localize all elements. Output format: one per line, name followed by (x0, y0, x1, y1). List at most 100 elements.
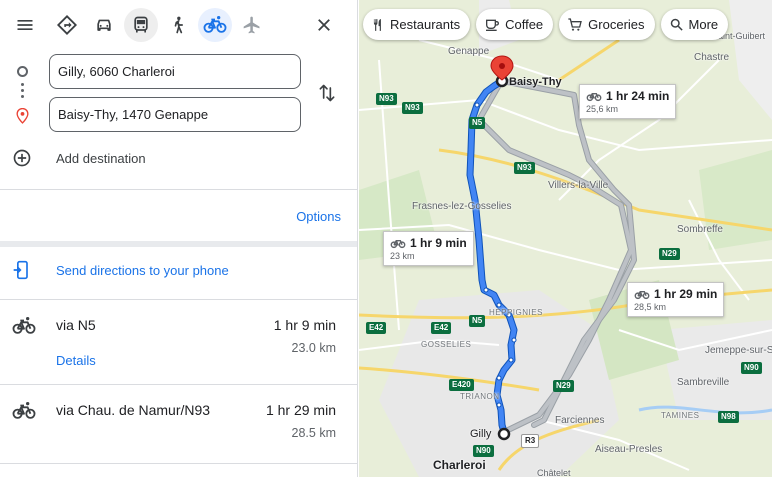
menu-icon (17, 20, 33, 30)
chip-restaurants[interactable]: Restaurants (363, 9, 471, 40)
cart-icon (568, 17, 583, 31)
road-shield: E42 (431, 322, 452, 334)
section-separator (0, 241, 357, 247)
map-canvas[interactable]: Genappe Baisy-Thy Chastre Mont-Saint-Gui… (359, 0, 772, 477)
add-destination-label: Add destination (56, 150, 146, 166)
mode-walking-button[interactable] (161, 8, 195, 42)
place-label: Sambreville (677, 377, 730, 388)
divider (0, 463, 357, 464)
phone-send-icon (13, 260, 28, 280)
swap-locations-button[interactable] (314, 80, 340, 106)
close-icon (318, 19, 330, 31)
road-shield: N93 (376, 93, 397, 105)
chip-more[interactable]: More (660, 9, 729, 40)
route-callout-primary[interactable]: 1 hr 9 min 23 km (383, 231, 474, 266)
directions-diamond-icon (56, 14, 78, 36)
road-shield: N29 (659, 248, 680, 260)
mode-transit-button[interactable] (124, 8, 158, 42)
chip-label: More (688, 17, 719, 32)
route-callout-alt-2[interactable]: 1 hr 29 min 28,5 km (627, 282, 725, 317)
route-time: 1 hr 29 min (265, 402, 336, 418)
route-option-2[interactable]: via Chau. de Namur/N93 1 hr 29 min 28.5 … (0, 385, 357, 463)
bicycle-icon (586, 92, 602, 102)
route-via-label: via N5 (56, 317, 96, 333)
swap-icon (319, 84, 335, 102)
route-time: 1 hr 9 min (273, 317, 336, 333)
route-distance: 23.0 km (291, 341, 336, 355)
close-directions-button[interactable] (307, 8, 341, 42)
place-label: Jemeppe-sur-S (705, 345, 772, 356)
road-shield: N29 (553, 380, 574, 392)
menu-button[interactable] (8, 8, 42, 42)
options-link[interactable]: Options (296, 209, 341, 224)
callout-time: 1 hr 24 min (606, 89, 670, 103)
road-shield: R3 (521, 434, 540, 448)
mode-flights-button[interactable] (235, 8, 269, 42)
mode-cycling-button[interactable] (198, 8, 232, 42)
callout-distance: 25,6 km (586, 104, 619, 114)
callout-time: 1 hr 9 min (410, 236, 467, 250)
place-label: Chastre (694, 52, 730, 63)
add-destination-button[interactable]: Add destination (12, 146, 146, 170)
place-label: GOSSELIES (421, 340, 472, 349)
car-icon (97, 19, 111, 31)
airplane-icon (243, 16, 260, 34)
restaurant-icon (373, 18, 381, 31)
callout-time: 1 hr 29 min (654, 287, 718, 301)
place-label: Aiseau-Presles (595, 444, 663, 455)
place-label: Villers-la-Ville (548, 180, 609, 191)
place-label: Châtelet (537, 468, 571, 477)
divider (0, 189, 357, 190)
route-option-1[interactable]: via N5 1 hr 9 min 23.0 km Details (0, 300, 357, 384)
destination-pin-icon (16, 107, 29, 129)
coffee-icon (486, 19, 500, 31)
place-label: Baisy-Thy (509, 76, 562, 88)
chip-label: Groceries (588, 17, 645, 32)
place-label: Frasnes-lez-Gosselies (412, 201, 512, 212)
road-shield: N93 (514, 162, 535, 174)
walking-icon (174, 16, 183, 34)
destination-input[interactable] (49, 97, 301, 132)
bicycle-icon (634, 290, 650, 300)
origin-input[interactable] (49, 54, 301, 89)
send-to-phone-label: Send directions to your phone (56, 262, 229, 278)
road-shield: N5 (469, 315, 486, 327)
route-details-link[interactable]: Details (56, 353, 96, 368)
bicycle-icon (203, 16, 227, 33)
bus-icon (134, 16, 148, 33)
place-label: Gilly (470, 428, 492, 440)
mode-driving-button[interactable] (87, 8, 121, 42)
add-circle-icon (13, 149, 31, 167)
route-distance: 28.5 km (291, 426, 336, 440)
directions-panel: Add destination Options Send directions … (0, 0, 358, 477)
place-label: TAMINES (661, 411, 700, 420)
send-to-phone-button[interactable]: Send directions to your phone (12, 259, 229, 281)
origin-marker-icon (17, 66, 28, 77)
place-label: Sombreffe (677, 224, 723, 235)
place-label: TRIANON (460, 392, 500, 401)
chip-groceries[interactable]: Groceries (559, 9, 655, 40)
place-label: HEPPIGNIES (489, 308, 543, 317)
map-category-chips: Restaurants Coffee Groceries More (363, 9, 734, 40)
travel-mode-bar (8, 8, 272, 42)
mode-best-button[interactable] (50, 8, 84, 42)
bicycle-icon (12, 317, 36, 334)
chip-label: Coffee (505, 17, 544, 32)
bicycle-icon (390, 239, 406, 249)
place-label: Farciennes (555, 415, 605, 426)
search-icon (670, 18, 683, 31)
chip-coffee[interactable]: Coffee (476, 9, 554, 40)
route-callout-alt-1[interactable]: 1 hr 24 min 25,6 km (579, 84, 677, 119)
road-shield: N90 (741, 362, 762, 374)
road-shield: E42 (366, 322, 387, 334)
road-shield: N5 (469, 117, 486, 129)
road-shield: E420 (449, 379, 474, 391)
callout-distance: 28,5 km (634, 302, 667, 312)
road-shield: N93 (402, 102, 423, 114)
road-shield: N98 (718, 411, 739, 423)
route-dots-icon (21, 83, 24, 101)
chip-label: Restaurants (390, 17, 461, 32)
place-label: Genappe (448, 46, 490, 57)
bicycle-icon (12, 402, 36, 419)
callout-distance: 23 km (390, 251, 415, 261)
